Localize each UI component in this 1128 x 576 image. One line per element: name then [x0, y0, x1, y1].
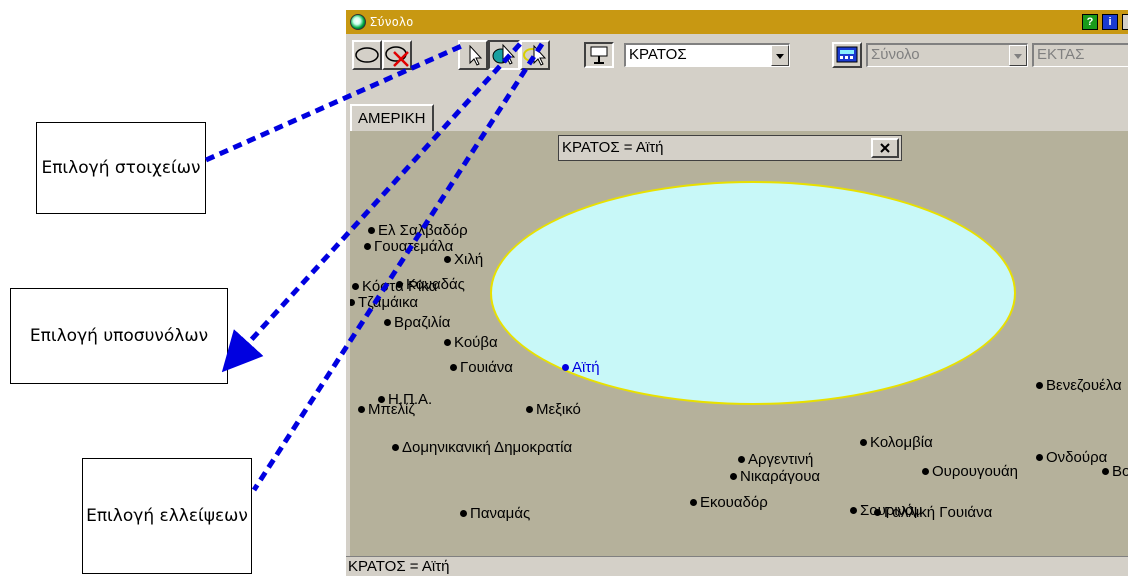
- select-ellipses-tool-button[interactable]: [520, 40, 550, 70]
- set-select[interactable]: Σύνολο: [866, 43, 1028, 67]
- country-label[interactable]: Βραζιλία: [384, 314, 450, 331]
- callout-select-subsets: Επιλογή υποσυνόλων: [10, 288, 228, 384]
- ellipse-pointer-icon: [523, 44, 547, 66]
- country-label[interactable]: Βενεζουέλα: [1036, 377, 1122, 394]
- toolbar: ΚΡΑΤΟΣ Σύνολο ΕΚΤΑΣ: [346, 36, 1128, 92]
- filter-text: ΚΡΑΤΟΣ = Αϊτή: [560, 137, 900, 159]
- country-label[interactable]: Αϊτή: [562, 359, 600, 376]
- status-bar: ΚΡΑΤΟΣ = Αϊτή: [346, 556, 1128, 576]
- chevron-down-icon[interactable]: [1009, 45, 1027, 66]
- chevron-down-icon[interactable]: [771, 45, 789, 66]
- country-label[interactable]: Χιλή: [444, 251, 483, 268]
- pointer-icon: [469, 44, 483, 66]
- display-icon: [590, 46, 608, 64]
- country-label[interactable]: Ουρουγουάη: [922, 463, 1018, 480]
- filter-bar: ΚΡΑΤΟΣ = Αϊτή: [558, 135, 902, 161]
- callout-select-ellipses: Επιλογή ελλείψεων: [82, 458, 252, 574]
- country-label[interactable]: Παναμάς: [460, 505, 530, 522]
- tab-america[interactable]: ΑΜΕΡΙΚΗ: [350, 104, 434, 131]
- country-label[interactable]: Δομηνικανική Δημοκρατία: [392, 439, 572, 456]
- select-subsets-tool-button[interactable]: [488, 40, 520, 70]
- callout-select-elements: Επιλογή στοιχείων: [36, 122, 206, 214]
- display-attribute-button[interactable]: [584, 42, 614, 68]
- country-label[interactable]: Κούβα: [444, 334, 498, 351]
- calculator-button[interactable]: [832, 42, 862, 68]
- subset-pointer-icon: [492, 43, 516, 65]
- close-window-button[interactable]: [1122, 14, 1128, 30]
- country-label[interactable]: Γουατεμάλα: [364, 238, 453, 255]
- country-label[interactable]: Κόστα Ρίκα: [352, 278, 437, 295]
- country-label[interactable]: Ελ Σαλβαδόρ: [368, 222, 468, 239]
- map-canvas[interactable]: Ελ Σαλβαδόρ Γουατεμάλα Χιλή Καναδάς Κόστα Ρί…: [350, 131, 1128, 556]
- country-label[interactable]: Μεξικό: [526, 401, 581, 418]
- country-label[interactable]: Γουιάνα: [450, 359, 513, 376]
- measure-select[interactable]: ΕΚΤΑΣ: [1032, 43, 1128, 67]
- filter-close-button[interactable]: [871, 138, 899, 158]
- country-label[interactable]: Αργεντινή: [738, 451, 813, 468]
- app-globe-icon: [350, 14, 366, 30]
- title-bar[interactable]: Σύνολο ? i: [346, 10, 1128, 34]
- country-label[interactable]: Μπελίζ: [358, 401, 415, 418]
- country-label[interactable]: Ονδούρα: [1036, 449, 1107, 466]
- attribute-select-value: ΚΡΑΤΟΣ: [629, 46, 687, 63]
- close-icon: [880, 143, 890, 153]
- select-elements-tool-button[interactable]: [458, 40, 488, 70]
- ellipse-icon: [355, 47, 379, 63]
- ellipse-tool-button[interactable]: [352, 40, 382, 70]
- help-button[interactable]: ?: [1082, 14, 1098, 30]
- info-button[interactable]: i: [1102, 14, 1118, 30]
- delete-ellipse-icon: [385, 46, 409, 67]
- application-window: Σύνολο ? i ΚΡΑΤΟΣ Σύνολο ΕΚΤΑΣ ΑΜΕΡΙΚΗ Ε…: [346, 10, 1128, 576]
- country-label[interactable]: Γαλλική Γουιάνα: [874, 504, 992, 521]
- country-label[interactable]: Βολιβία: [1102, 463, 1128, 480]
- country-label[interactable]: Εκουαδόρ: [690, 494, 768, 511]
- delete-ellipse-tool-button[interactable]: [382, 40, 412, 70]
- measure-select-value: ΕΚΤΑΣ: [1037, 46, 1085, 63]
- status-text: ΚΡΑΤΟΣ = Αϊτή: [348, 558, 450, 575]
- country-label[interactable]: Κολομβία: [860, 434, 933, 451]
- attribute-select[interactable]: ΚΡΑΤΟΣ: [624, 43, 790, 67]
- calculator-icon: [836, 46, 858, 63]
- window-title: Σύνολο: [370, 15, 414, 29]
- country-label[interactable]: Τζαμάικα: [350, 294, 418, 311]
- set-select-value: Σύνολο: [871, 46, 920, 63]
- country-label[interactable]: Νικαράγουα: [730, 468, 820, 485]
